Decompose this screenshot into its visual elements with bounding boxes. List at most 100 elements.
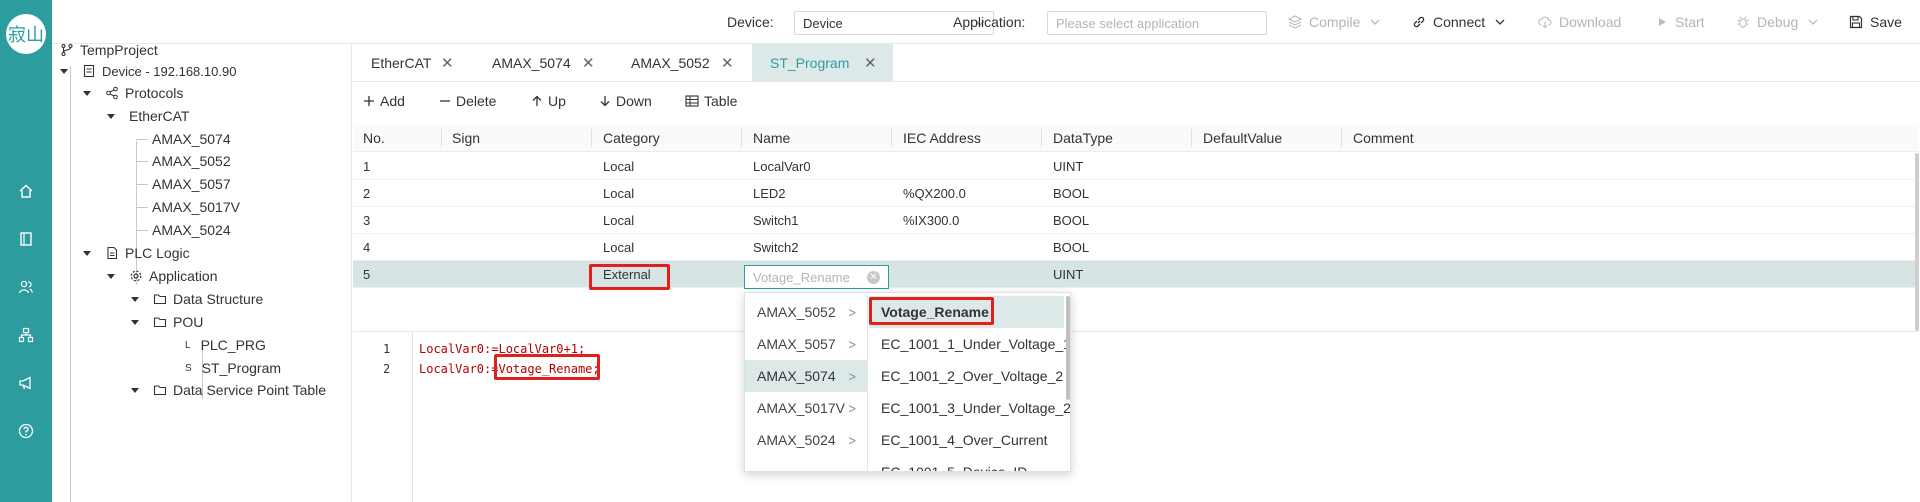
header-sign[interactable]: Sign [440,124,480,152]
users-icon[interactable] [14,275,38,299]
tree-module[interactable]: AMAX_5017V [152,196,240,218]
editor-tabs: EtherCAT ✕ AMAX_5074 ✕ AMAX_5052 ✕ ST_Pr… [353,44,1920,82]
cascade-variable-item[interactable]: EC_1001_1_Under_Voltage_1 [869,328,1070,360]
delete-label: Delete [456,93,497,109]
download-button[interactable]: Download [1538,0,1621,44]
home-icon[interactable] [14,179,38,203]
header-defaultvalue[interactable]: DefaultValue [1191,124,1282,152]
cell-category[interactable]: Local [591,153,634,180]
cell-name[interactable]: Switch2 [741,234,799,261]
tree-plc-prg[interactable]: L PLC_PRG [185,334,266,356]
cascade-module-item[interactable]: AMAX_5057 > [745,328,868,360]
header-name[interactable]: Name [741,124,790,152]
tree-module[interactable]: AMAX_5024 [152,219,231,241]
cascade-module-item[interactable]: AMAX_5024 > [745,424,868,456]
cascade-variable-item[interactable]: EC_1001_3_Under_Voltage_2 [869,392,1070,424]
save-button[interactable]: Save [1849,0,1902,44]
book-icon[interactable] [14,227,38,251]
tab-st-program[interactable]: ST_Program ✕ [752,44,893,82]
tree-st-program[interactable]: S ST_Program [185,357,281,379]
tree-data-structure[interactable]: Data Structure [131,288,263,310]
clear-icon[interactable]: ✕ [867,271,880,284]
cell-iec-address[interactable] [891,234,903,261]
tree-project[interactable]: TempProject [60,39,158,61]
tab-ethercat[interactable]: EtherCAT ✕ [353,44,473,82]
cell-category[interactable]: Local [591,207,634,234]
debug-button[interactable]: Debug [1736,0,1825,44]
connect-label: Connect [1433,14,1486,30]
cascade-module-item[interactable]: AMAX_5017V > [745,392,868,424]
cell-iec-address[interactable]: %IX300.0 [891,207,959,234]
cell-name[interactable]: LocalVar0 [741,153,811,180]
compile-button[interactable]: Compile [1288,0,1387,44]
chevron-right-icon: > [848,368,856,384]
link-icon [1413,16,1425,28]
close-icon[interactable]: ✕ [441,54,454,72]
megaphone-icon[interactable] [14,371,38,395]
cascade-scrollbar[interactable] [1066,296,1070,400]
cell-datatype[interactable]: BOOL [1041,234,1089,261]
tree-device[interactable]: Device - 192.168.10.90 [60,60,236,82]
cell-name[interactable]: Switch1 [741,207,799,234]
up-button[interactable]: Up [531,82,566,120]
cell-iec-address[interactable] [891,153,903,180]
tree-pou[interactable]: POU [131,311,203,333]
close-icon[interactable]: ✕ [582,54,595,72]
header-datatype[interactable]: DataType [1041,124,1113,152]
header-comment[interactable]: Comment [1341,124,1414,152]
table-row[interactable]: 1 Local LocalVar0 UINT [353,153,1919,180]
cell-datatype[interactable]: UINT [1041,261,1083,288]
debug-label: Debug [1757,14,1799,30]
cascade-module-item-active[interactable]: AMAX_5074 > [745,360,868,392]
start-button[interactable]: Start [1656,0,1705,44]
header-iec-address[interactable]: IEC Address [891,124,981,152]
close-icon[interactable]: ✕ [864,54,877,72]
cell-iec-address[interactable]: %QX200.0 [891,180,966,207]
tree-module[interactable]: AMAX_5057 [152,173,231,195]
table-row[interactable]: 2 Local LED2 %QX200.0 BOOL [353,180,1919,207]
tree-application[interactable]: Application [107,265,218,287]
add-button[interactable]: Add [363,82,405,120]
table-row[interactable]: 3 Local Switch1 %IX300.0 BOOL [353,207,1919,234]
header-category[interactable]: Category [591,124,660,152]
tree-device-label: Device - 192.168.10.90 [102,63,237,79]
cell-datatype[interactable]: UINT [1041,153,1083,180]
down-button[interactable]: Down [599,82,652,120]
cascade-variable-item[interactable]: EC_1001_4_Over_Current [869,424,1064,456]
tree-module[interactable]: AMAX_5074 [152,128,231,150]
tab-label: AMAX_5052 [631,55,710,71]
connect-button[interactable]: Connect [1412,0,1512,44]
table-row-selected[interactable]: 5 External UINT [353,261,1919,288]
structured-text-icon: S [185,362,192,374]
tree-plc-logic[interactable]: PLC Logic [83,242,190,264]
cell-datatype[interactable]: BOOL [1041,180,1089,207]
close-icon[interactable]: ✕ [721,54,734,72]
delete-button[interactable]: Delete [439,82,496,120]
sitemap-icon[interactable] [14,323,38,347]
name-edit-input[interactable]: Votage_Rename ✕ [744,265,889,289]
table-button[interactable]: Table [685,82,737,120]
cascade-variable-item[interactable]: EC_1001_2_Over_Voltage_2 [869,360,1064,392]
cell-name[interactable]: LED2 [741,180,786,207]
help-icon[interactable] [14,419,38,443]
caret-down-icon [107,113,115,119]
cell-category[interactable]: Local [591,180,634,207]
cascade-variable-item[interactable]: EC_1001_5_Device_ID [869,456,1064,471]
tree-module[interactable]: AMAX_5052 [152,150,231,172]
tab-amax-5052[interactable]: AMAX_5052 ✕ [613,44,751,82]
table-scrollbar[interactable] [1915,153,1919,331]
cascade-module-item[interactable]: AMAX_5052 > [745,296,868,328]
network-icon [106,86,118,100]
tree-protocols-label: Protocols [125,85,184,101]
tree-protocols[interactable]: Protocols [83,82,183,104]
cell-datatype[interactable]: BOOL [1041,207,1089,234]
tree-ethercat[interactable]: EtherCAT [107,105,189,127]
cell-category[interactable]: Local [591,234,634,261]
table-row[interactable]: 4 Local Switch2 BOOL [353,234,1919,261]
tree-data-service[interactable]: Data Service Point Table [131,379,326,401]
header-no[interactable]: No. [351,124,385,152]
application-select[interactable]: Please select application [1047,11,1267,35]
tab-amax-5074[interactable]: AMAX_5074 ✕ [474,44,612,82]
chevron-right-icon: > [848,304,856,320]
download-label: Download [1559,14,1622,30]
